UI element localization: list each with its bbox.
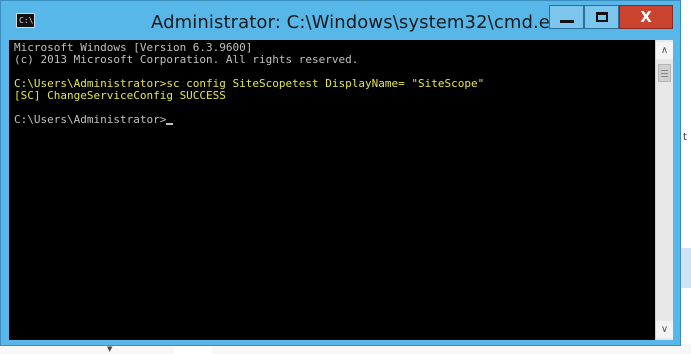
dropdown-arrow-icon: ▼ <box>107 345 113 353</box>
scrollbar-thumb[interactable] <box>658 64 671 82</box>
maximize-button[interactable] <box>584 5 619 29</box>
scroll-up-button[interactable]: ∧ <box>656 42 673 59</box>
background-window-right: t <box>681 0 691 354</box>
grip-line <box>661 72 668 74</box>
maximize-icon <box>595 12 608 22</box>
cmd-app-icon[interactable]: C:\ <box>16 13 35 28</box>
grip-line <box>661 69 668 71</box>
chevron-down-icon: ∨ <box>660 324 669 335</box>
close-icon: X <box>640 8 652 26</box>
console-prompt-line[interactable]: C:\Users\Administrator> <box>14 114 655 126</box>
vertical-scrollbar[interactable]: ∧ ∨ <box>655 40 673 340</box>
text-cursor <box>166 123 174 125</box>
minimize-button[interactable] <box>549 5 584 29</box>
cmd-icon-glyph: C:\ <box>19 16 34 25</box>
title-bar[interactable]: C:\ Administrator: C:\Windows\system32\c… <box>1 1 680 40</box>
console-output[interactable]: Microsoft Windows [Version 6.3.9600] (c) … <box>9 40 655 340</box>
chevron-up-icon: ∧ <box>660 45 669 56</box>
console-line: (c) 2013 Microsoft Corporation. All righ… <box>14 53 359 66</box>
console-result-line: [SC] ChangeServiceConfig SUCCESS <box>14 89 226 102</box>
close-button[interactable]: X <box>619 5 673 29</box>
console-prompt: C:\Users\Administrator> <box>14 113 167 126</box>
scroll-down-button[interactable]: ∨ <box>656 321 673 338</box>
background-text-fragment: t <box>683 132 687 143</box>
background-highlight <box>681 248 691 288</box>
grip-line <box>661 75 668 77</box>
window-title: Administrator: C:\Windows\system32\cmd.e… <box>151 12 572 33</box>
minimize-icon <box>559 20 574 23</box>
